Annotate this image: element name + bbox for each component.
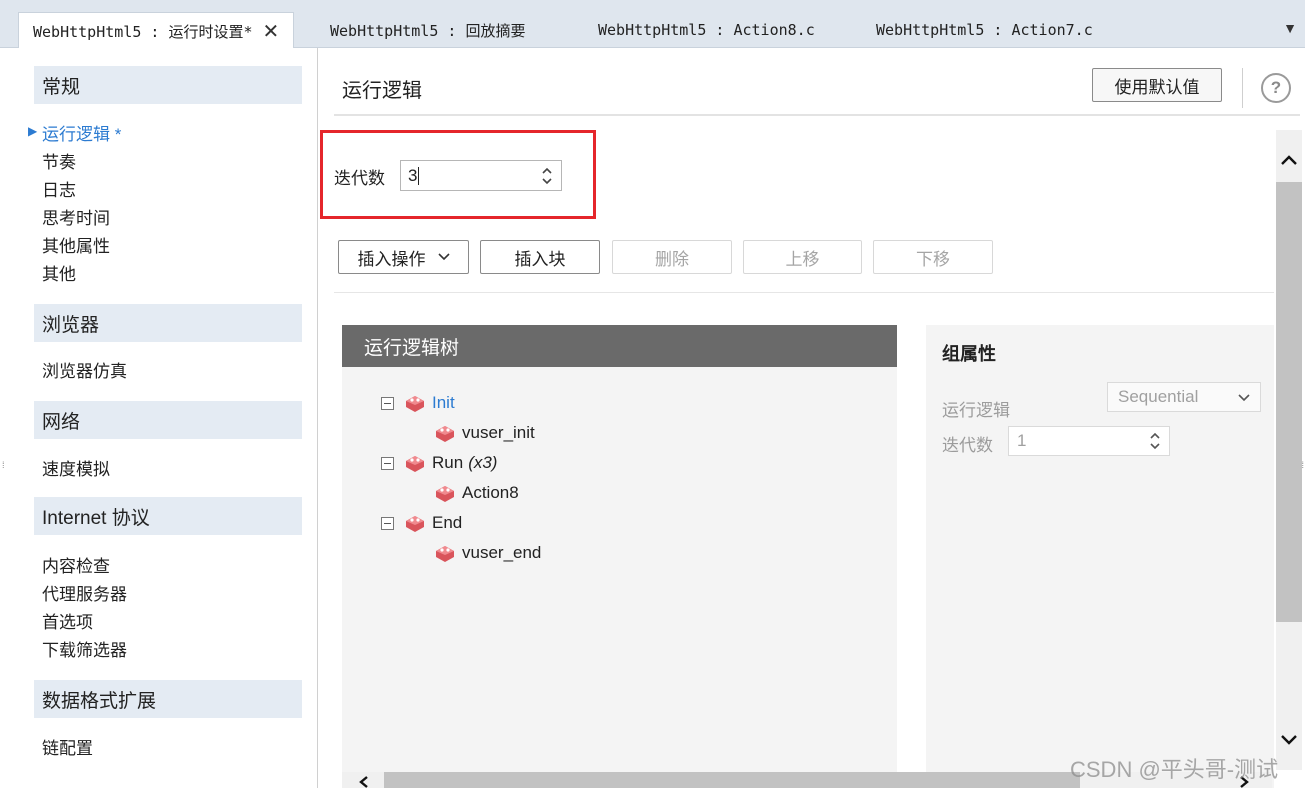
tree-node-label: Action8 xyxy=(462,483,519,502)
move-up-button[interactable]: 上移 xyxy=(743,240,862,274)
use-defaults-button[interactable]: 使用默认值 xyxy=(1092,68,1222,102)
text-cursor xyxy=(418,166,420,185)
block-icon xyxy=(406,516,424,532)
sidebar-item-misc-attributes[interactable]: 其他属性 xyxy=(42,232,110,257)
iteration-count-badge: (x3) xyxy=(468,453,498,472)
active-item-arrow-icon: ▶ xyxy=(28,124,38,138)
sidebar-item-chain-config[interactable]: 链配置 xyxy=(42,734,93,759)
sidebar-item-download-filters[interactable]: 下载筛选器 xyxy=(42,636,127,661)
group-iterations-stepper[interactable]: 1 xyxy=(1008,426,1170,456)
collapse-icon[interactable] xyxy=(381,517,394,530)
tree-node-label: Run xyxy=(432,453,464,472)
tree-node-end[interactable]: End xyxy=(404,513,462,533)
tab-label: WebHttpHtml5 : Action7.c xyxy=(876,21,1093,39)
sidebar-section-browser: 浏览器 xyxy=(34,304,302,342)
insert-action-label: 插入操作 xyxy=(357,249,426,269)
sidebar-item-browser-emulation[interactable]: 浏览器仿真 xyxy=(42,357,127,382)
sidebar-item-content-check[interactable]: 内容检查 xyxy=(42,552,110,577)
tree-node-init[interactable]: Init xyxy=(404,393,455,413)
iterations-label: 迭代数 xyxy=(334,169,385,188)
block-icon xyxy=(436,426,454,442)
chevron-down-icon xyxy=(437,253,450,261)
chevron-down-icon xyxy=(1238,394,1250,402)
run-logic-select[interactable]: Sequential xyxy=(1107,382,1261,412)
tree-node-action8[interactable]: Action8 xyxy=(434,483,519,503)
close-icon[interactable]: ✕ xyxy=(263,19,280,43)
tree-node-label: vuser_init xyxy=(462,423,535,442)
sidebar-section-general: 常规 xyxy=(34,66,302,104)
splitter-handle-icon[interactable]: ⁞ xyxy=(2,460,5,470)
tab-runtime-settings[interactable]: WebHttpHtml5 : 运行时设置* ✕ xyxy=(18,12,295,49)
tab-list-dropdown-icon[interactable]: ▼ xyxy=(1283,20,1297,36)
page-title: 运行逻辑 xyxy=(342,80,422,102)
help-icon[interactable]: ? xyxy=(1261,73,1291,103)
tab-bar: WebHttpHtml5 : 运行时设置* ✕ WebHttpHtml5 : 回… xyxy=(0,0,1305,49)
sidebar-item-other[interactable]: 其他 xyxy=(42,260,76,285)
tree-node-label: Init xyxy=(432,393,455,412)
tree-node-run[interactable]: Run (x3) xyxy=(404,453,497,473)
sidebar-section-network: 网络 xyxy=(34,401,302,439)
horizontal-scroll-thumb[interactable] xyxy=(384,772,1080,788)
iterations-stepper[interactable]: 3 xyxy=(400,160,562,191)
insert-block-button[interactable]: 插入块 xyxy=(480,240,600,274)
insert-action-dropdown[interactable]: 插入操作 xyxy=(338,240,469,274)
divider xyxy=(1242,68,1243,108)
group-iterations-label: 迭代数 xyxy=(942,436,993,455)
collapse-icon[interactable] xyxy=(381,397,394,410)
tree-node-label: vuser_end xyxy=(462,543,542,562)
block-icon xyxy=(436,486,454,502)
scroll-left-icon[interactable] xyxy=(358,776,370,788)
iterations-value: 3 xyxy=(408,165,418,185)
block-icon xyxy=(436,546,454,562)
tab-action7[interactable]: WebHttpHtml5 : Action7.c xyxy=(862,12,1107,48)
divider xyxy=(334,292,1274,293)
block-icon xyxy=(406,456,424,472)
group-properties-title: 组属性 xyxy=(942,344,996,364)
sidebar-item-preferences[interactable]: 首选项 xyxy=(42,608,93,633)
stepper-arrows-icon[interactable] xyxy=(541,165,553,187)
tree-node-label: End xyxy=(432,513,463,532)
divider xyxy=(334,114,1300,116)
move-down-button[interactable]: 下移 xyxy=(873,240,993,274)
tree-node-vuser-end[interactable]: vuser_end xyxy=(434,543,541,563)
scroll-down-icon[interactable] xyxy=(1280,734,1298,746)
tab-action8[interactable]: WebHttpHtml5 : Action8.c xyxy=(584,12,829,48)
tree-header: 运行逻辑树 xyxy=(342,325,897,367)
run-logic-label: 运行逻辑 xyxy=(942,401,1010,420)
scroll-up-icon[interactable] xyxy=(1280,154,1298,166)
watermark: CSDN @平头哥-测试 xyxy=(1070,757,1279,782)
tab-label: WebHttpHtml5 : 运行时设置* xyxy=(33,22,253,41)
sidebar-item-pacing[interactable]: 节奏 xyxy=(42,148,76,173)
tab-label: WebHttpHtml5 : 回放摘要 xyxy=(330,21,526,40)
tree-node-vuser-init[interactable]: vuser_init xyxy=(434,423,535,443)
sidebar-section-data-format: 数据格式扩展 xyxy=(34,680,302,718)
sidebar-item-think-time[interactable]: 思考时间 xyxy=(42,204,110,229)
vertical-scroll-thumb[interactable] xyxy=(1276,182,1302,622)
sidebar-item-run-logic[interactable]: 运行逻辑 * xyxy=(42,120,121,145)
sidebar-section-internet-protocol: Internet 协议 xyxy=(34,497,302,535)
block-icon xyxy=(406,396,424,412)
stepper-arrows-icon[interactable] xyxy=(1149,430,1161,452)
delete-button[interactable]: 删除 xyxy=(612,240,732,274)
tab-label: WebHttpHtml5 : Action8.c xyxy=(598,21,815,39)
group-iterations-value: 1 xyxy=(1017,431,1027,450)
collapse-icon[interactable] xyxy=(381,457,394,470)
sidebar-item-proxy[interactable]: 代理服务器 xyxy=(42,580,127,605)
sidebar-item-speed-simulation[interactable]: 速度模拟 xyxy=(42,455,110,480)
tab-replay-summary[interactable]: WebHttpHtml5 : 回放摘要 xyxy=(316,12,539,48)
run-logic-value: Sequential xyxy=(1118,387,1199,406)
sidebar-item-log[interactable]: 日志 xyxy=(42,176,76,201)
